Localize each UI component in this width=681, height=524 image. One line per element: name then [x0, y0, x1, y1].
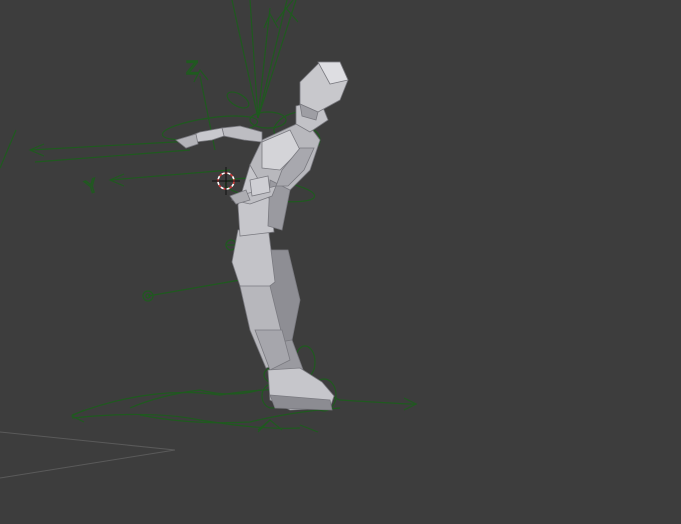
3d-viewport[interactable]: Z Y [0, 0, 681, 524]
character-mesh[interactable] [175, 61, 349, 411]
y-axis-label: Y [82, 175, 101, 199]
floor-grid [0, 431, 176, 479]
scene-canvas[interactable]: Z Y [0, 0, 681, 524]
rig-controls[interactable] [0, 0, 418, 433]
z-axis-label: Z [186, 58, 198, 79]
